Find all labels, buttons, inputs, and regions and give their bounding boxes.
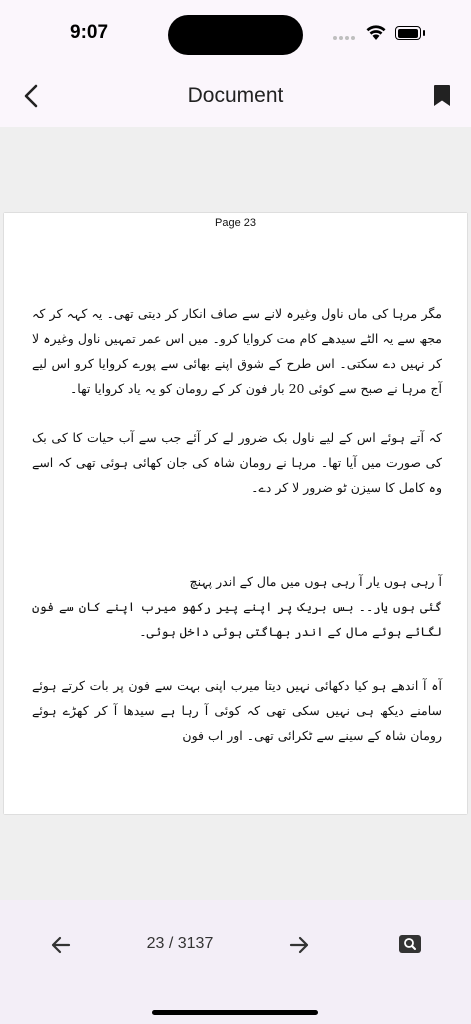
arrow-left-icon: [51, 936, 71, 954]
app-header: Document: [0, 70, 471, 127]
paragraph-3: آ رہی ہوں یار آ رہی ہوں میں مال کے اندر …: [32, 544, 442, 669]
bookmark-button[interactable]: [432, 84, 456, 110]
status-bar: 9:07: [0, 0, 471, 70]
paragraph-text: آہ آ اندھے ہو کیا دکھائی نہیں دیتا میرب …: [32, 678, 442, 743]
home-indicator: [152, 1010, 318, 1015]
next-page-button[interactable]: [286, 932, 312, 958]
paragraph-1: مگر مرہا کی ماں ناول وغیرہ لانے سے صاف ا…: [32, 301, 442, 401]
page-number-label: Page 23: [215, 217, 256, 229]
search-icon: [399, 935, 421, 953]
cellular-signal-icon: [333, 30, 359, 40]
dynamic-island: [168, 15, 303, 55]
arrow-right-icon: [289, 936, 309, 954]
wifi-icon: [366, 25, 386, 40]
paragraph-text: کہ آتے ہوئے اس کے لیے ناول بک ضرور لے کر…: [32, 430, 442, 495]
bottom-toolbar: 23 / 3137: [0, 900, 471, 1024]
paragraph-text: آ رہی ہوں یار آ رہی ہوں میں مال کے اندر …: [32, 574, 442, 639]
paragraph-text: مگر مرہا کی ماں ناول وغیرہ لانے سے صاف ا…: [32, 306, 442, 396]
battery-icon: [395, 26, 425, 41]
search-button[interactable]: [398, 934, 422, 954]
page-counter: 23 / 3137: [146, 935, 214, 952]
status-time: 9:07: [70, 22, 109, 43]
paragraph-4: آہ آ اندھے ہو کیا دکھائی نہیں دیتا میرب …: [32, 673, 442, 748]
paragraph-2: کہ آتے ہوئے اس کے لیے ناول بک ضرور لے کر…: [32, 425, 442, 500]
document-page[interactable]: Page 23 مگر مرہا کی ماں ناول وغیرہ لانے …: [4, 213, 467, 814]
page-title: Document: [187, 84, 284, 107]
bookmark-icon: [434, 85, 450, 106]
previous-page-button[interactable]: [48, 932, 74, 958]
